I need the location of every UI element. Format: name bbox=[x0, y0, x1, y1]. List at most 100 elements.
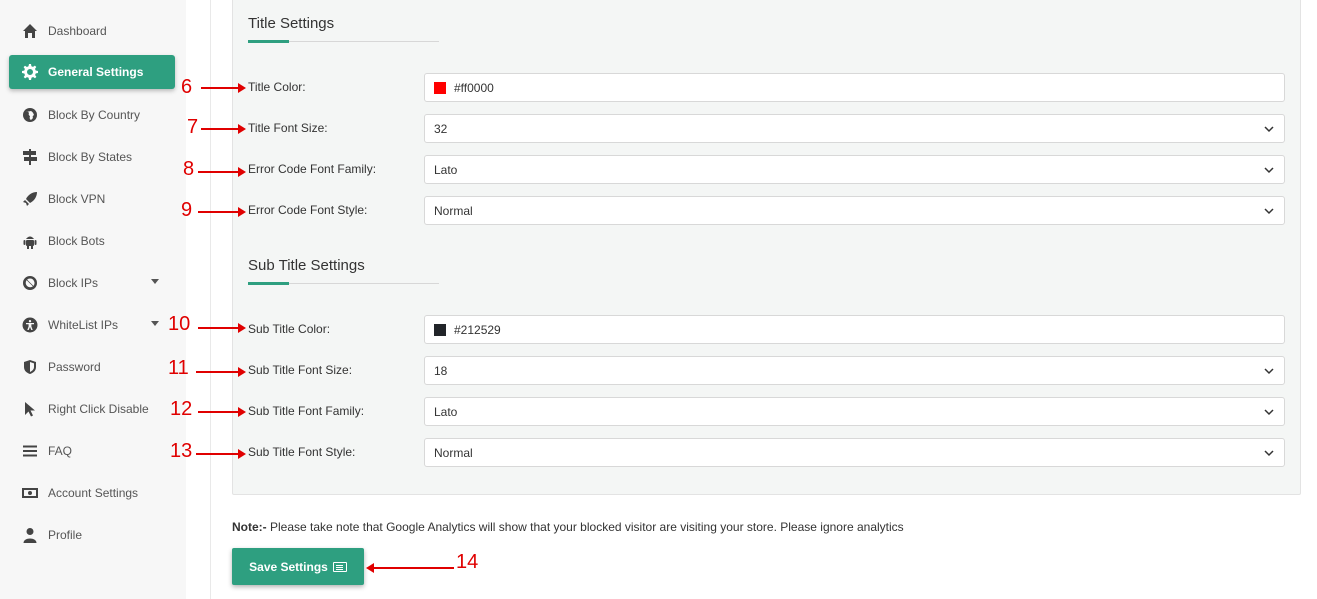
subtitle-font-size-label: Sub Title Font Size: bbox=[248, 363, 353, 377]
signpost-icon bbox=[21, 148, 39, 166]
sidebar-item-label: Password bbox=[48, 360, 101, 374]
subtitle-font-family-select[interactable]: Lato bbox=[424, 397, 1285, 426]
sidebar-item-faq[interactable]: FAQ bbox=[9, 434, 175, 468]
annotation-number: 6 bbox=[181, 76, 193, 98]
sidebar-item-label: Block By States bbox=[48, 150, 133, 164]
chevron-down-icon bbox=[1264, 206, 1274, 215]
sidebar-item-label: Block VPN bbox=[48, 192, 106, 206]
save-settings-label: Save Settings bbox=[249, 559, 328, 574]
annotation-number: 7 bbox=[187, 116, 199, 138]
subtitle-color-label: Sub Title Color: bbox=[248, 322, 331, 336]
selected-value: Lato bbox=[434, 162, 458, 177]
note-text: Please take note that Google Analytics w… bbox=[266, 520, 904, 534]
analytics-note: Note:- Please take note that Google Anal… bbox=[232, 520, 904, 534]
chevron-down-icon bbox=[1264, 448, 1274, 457]
subtitle-color-value: #212529 bbox=[454, 322, 501, 337]
annotation-arrow bbox=[201, 83, 246, 93]
title-color-label: Title Color: bbox=[248, 80, 306, 94]
selected-value: Normal bbox=[434, 203, 473, 218]
sidebar-item-whitelist-ips[interactable]: WhiteList IPs bbox=[9, 308, 175, 342]
annotation-number: 13 bbox=[170, 440, 193, 462]
section-underline bbox=[248, 40, 439, 43]
subtitle-font-style-select[interactable]: Normal bbox=[424, 438, 1285, 467]
home-icon bbox=[21, 22, 39, 40]
sidebar-item-block-by-states[interactable]: Block By States bbox=[9, 140, 175, 174]
sidebar-item-general-settings[interactable]: General Settings bbox=[9, 55, 175, 89]
sidebar-item-label: FAQ bbox=[48, 444, 73, 458]
error-code-font-style-label: Error Code Font Style: bbox=[248, 203, 368, 217]
title-font-size-label: Title Font Size: bbox=[248, 121, 328, 135]
user-icon bbox=[21, 526, 39, 544]
annotation-number: 8 bbox=[183, 158, 195, 180]
color-swatch[interactable] bbox=[434, 323, 446, 336]
content-border bbox=[210, 0, 211, 599]
sidebar-item-password[interactable]: Password bbox=[9, 350, 175, 384]
subtitle-settings-heading: Sub Title Settings bbox=[248, 257, 365, 274]
annotation-arrow bbox=[196, 367, 246, 377]
sidebar-item-block-bots[interactable]: Block Bots bbox=[9, 224, 175, 258]
android-icon bbox=[21, 232, 39, 250]
sidebar-item-label: WhiteList IPs bbox=[48, 318, 119, 332]
annotation-arrow bbox=[198, 407, 246, 417]
error-code-font-style-select[interactable]: Normal bbox=[424, 196, 1285, 225]
bars-icon bbox=[21, 442, 39, 460]
sidebar-item-label: Account Settings bbox=[48, 486, 139, 500]
title-font-size-select[interactable]: 32 bbox=[424, 114, 1285, 143]
sidebar-item-label: Dashboard bbox=[48, 24, 107, 38]
annotation-arrow bbox=[201, 124, 246, 134]
sidebar-item-label: Block Bots bbox=[48, 234, 105, 248]
sidebar-item-account-settings[interactable]: Account Settings bbox=[9, 476, 175, 510]
caret-down-icon bbox=[151, 279, 159, 284]
error-code-font-family-label: Error Code Font Family: bbox=[248, 162, 377, 176]
annotation-arrow bbox=[198, 167, 246, 177]
selected-value: 32 bbox=[434, 121, 448, 136]
annotation-number: 14 bbox=[456, 551, 479, 573]
annotation-number: 12 bbox=[170, 398, 193, 420]
gear-icon bbox=[21, 63, 39, 81]
color-swatch[interactable] bbox=[434, 81, 446, 94]
chevron-down-icon bbox=[1264, 407, 1274, 416]
save-icon bbox=[332, 561, 347, 572]
money-icon bbox=[21, 484, 39, 502]
sidebar-item-label: Profile bbox=[48, 528, 83, 542]
sidebar-item-right-click-disable[interactable]: Right Click Disable bbox=[9, 392, 175, 426]
annotation-arrow bbox=[198, 323, 246, 333]
annotation-number: 11 bbox=[168, 357, 189, 379]
chevron-down-icon bbox=[1264, 165, 1274, 174]
subtitle-font-family-label: Sub Title Font Family: bbox=[248, 404, 365, 418]
caret-down-icon bbox=[151, 321, 159, 326]
sidebar-item-profile[interactable]: Profile bbox=[9, 518, 175, 552]
annotation-number: 10 bbox=[168, 313, 191, 335]
title-color-input[interactable]: #ff0000 bbox=[424, 73, 1285, 102]
sidebar-item-block-ips[interactable]: Block IPs bbox=[9, 266, 175, 300]
sidebar-item-label: Block By Country bbox=[48, 108, 141, 122]
selected-value: 18 bbox=[434, 363, 448, 378]
error-code-font-family-select[interactable]: Lato bbox=[424, 155, 1285, 184]
chevron-down-icon bbox=[1264, 366, 1274, 375]
note-prefix: Note:- bbox=[232, 520, 267, 534]
selected-value: Lato bbox=[434, 404, 458, 419]
title-color-value: #ff0000 bbox=[454, 80, 494, 95]
cursor-icon bbox=[21, 400, 39, 418]
sidebar: Dashboard General Settings Block By Coun… bbox=[0, 0, 186, 599]
annotation-number: 9 bbox=[181, 199, 193, 221]
title-settings-heading: Title Settings bbox=[248, 15, 335, 32]
subtitle-font-style-label: Sub Title Font Style: bbox=[248, 445, 356, 459]
save-settings-button[interactable]: Save Settings bbox=[232, 548, 364, 585]
annotation-arrow bbox=[198, 207, 246, 217]
section-underline bbox=[248, 282, 439, 285]
sidebar-item-label: Block IPs bbox=[48, 276, 99, 290]
annotation-arrow bbox=[196, 449, 246, 459]
shield-icon bbox=[21, 358, 39, 376]
subtitle-font-size-select[interactable]: 18 bbox=[424, 356, 1285, 385]
sidebar-item-block-vpn[interactable]: Block VPN bbox=[9, 182, 175, 216]
ban-icon bbox=[21, 274, 39, 292]
sidebar-item-label: General Settings bbox=[48, 65, 144, 79]
subtitle-color-input[interactable]: #212529 bbox=[424, 315, 1285, 344]
accessibility-icon bbox=[21, 316, 39, 334]
sidebar-item-label: Right Click Disable bbox=[48, 402, 149, 416]
sidebar-item-block-by-country[interactable]: Block By Country bbox=[9, 98, 175, 132]
chevron-down-icon bbox=[1264, 124, 1274, 133]
selected-value: Normal bbox=[434, 445, 473, 460]
sidebar-item-dashboard[interactable]: Dashboard bbox=[9, 14, 175, 48]
